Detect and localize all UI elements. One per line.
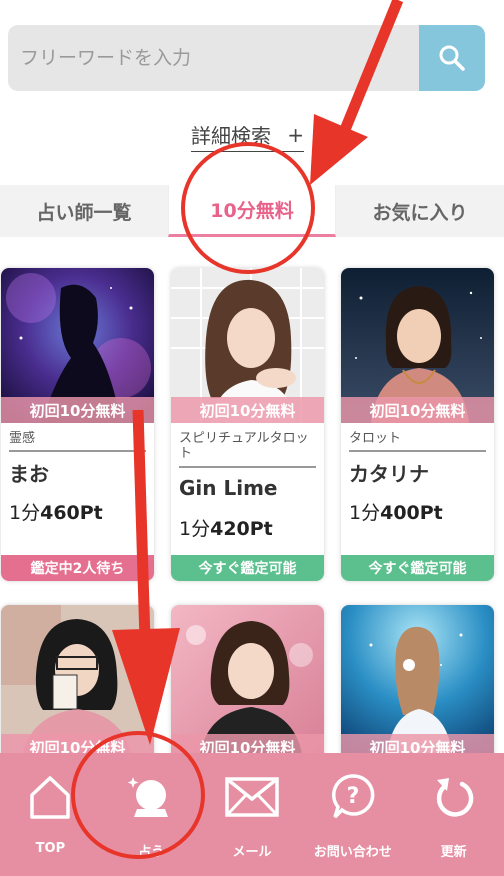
nav-item-contact[interactable]: ? お問い合わせ [302, 753, 403, 876]
fortune-teller-card[interactable]: 初回10分無料 スピリチュアルタロット Gin Lime 1分420Pt 今すぐ… [171, 268, 324, 581]
tab-10min-free[interactable]: 10分無料 [168, 185, 336, 237]
nav-item-mail[interactable]: メール [202, 753, 303, 876]
nav-item-top[interactable]: TOP [0, 753, 101, 876]
nav-label-top: TOP [35, 841, 66, 856]
genre-label: スピリチュアルタロット [179, 431, 309, 461]
advanced-search-link[interactable]: 詳細検索 + [191, 120, 304, 152]
nav-item-fortune[interactable]: 占う [101, 753, 202, 876]
price-label: 1分400Pt [349, 502, 443, 524]
free-10min-badge: 初回10分無料 [171, 397, 324, 423]
tab-favorites[interactable]: お気に入り [336, 185, 504, 237]
fortune-teller-card[interactable]: 初回10分無料 タロット カタリナ 1分400Pt 今すぐ鑑定可能 [341, 268, 494, 581]
nav-label-mail: メール [232, 845, 272, 860]
price-label: 1分460Pt [9, 502, 103, 524]
fortune-teller-card[interactable]: 初回10分無料 [341, 605, 494, 765]
search-button[interactable] [419, 25, 485, 91]
advanced-search-label: 詳細検索 [191, 124, 271, 148]
fortune-teller-name: カタリナ [349, 462, 429, 486]
fortune-teller-name: Gin Lime [179, 476, 278, 500]
divider [349, 450, 486, 452]
status-badge: 今すぐ鑑定可能 [171, 555, 324, 581]
search-bar [8, 25, 485, 91]
fortune-teller-card[interactable]: 初回10分無料 [171, 605, 324, 765]
fortune-teller-card[interactable]: 初回10分無料 [1, 605, 154, 765]
plus-icon: + [287, 122, 304, 147]
nav-label-contact: お問い合わせ [313, 845, 392, 860]
bottom-navigation: TOP 占う メール ? お問い合わせ 更新 [0, 753, 504, 876]
fortune-teller-card[interactable]: 初回10分無料 霊感 まお 1分460Pt 鑑定中2人待ち [1, 268, 154, 581]
divider [179, 466, 316, 468]
nav-label-refresh: 更新 [440, 845, 467, 860]
search-icon [439, 45, 465, 71]
nav-label-fortune: 占う [138, 845, 165, 860]
price-label: 1分420Pt [179, 518, 273, 540]
home-icon [30, 776, 71, 819]
free-10min-badge: 初回10分無料 [1, 397, 154, 423]
tab-fortune-teller-list[interactable]: 占い師一覧 [0, 185, 168, 237]
svg-text:?: ? [346, 784, 359, 809]
nav-item-refresh[interactable]: 更新 [403, 753, 504, 876]
refresh-icon [436, 778, 473, 817]
free-10min-badge: 初回10分無料 [341, 397, 494, 423]
status-badge: 鑑定中2人待ち [1, 555, 154, 581]
tab-bar: 占い師一覧 10分無料 お気に入り [0, 185, 504, 237]
fortune-teller-name: まお [9, 462, 49, 486]
genre-label: タロット [349, 431, 402, 446]
status-badge: 今すぐ鑑定可能 [341, 555, 494, 581]
search-input[interactable] [8, 25, 419, 91]
crystal-ball-icon [127, 777, 169, 817]
genre-label: 霊感 [9, 431, 36, 446]
divider [9, 450, 146, 452]
help-bubble-icon: ? [331, 774, 375, 819]
mail-icon [225, 777, 279, 817]
